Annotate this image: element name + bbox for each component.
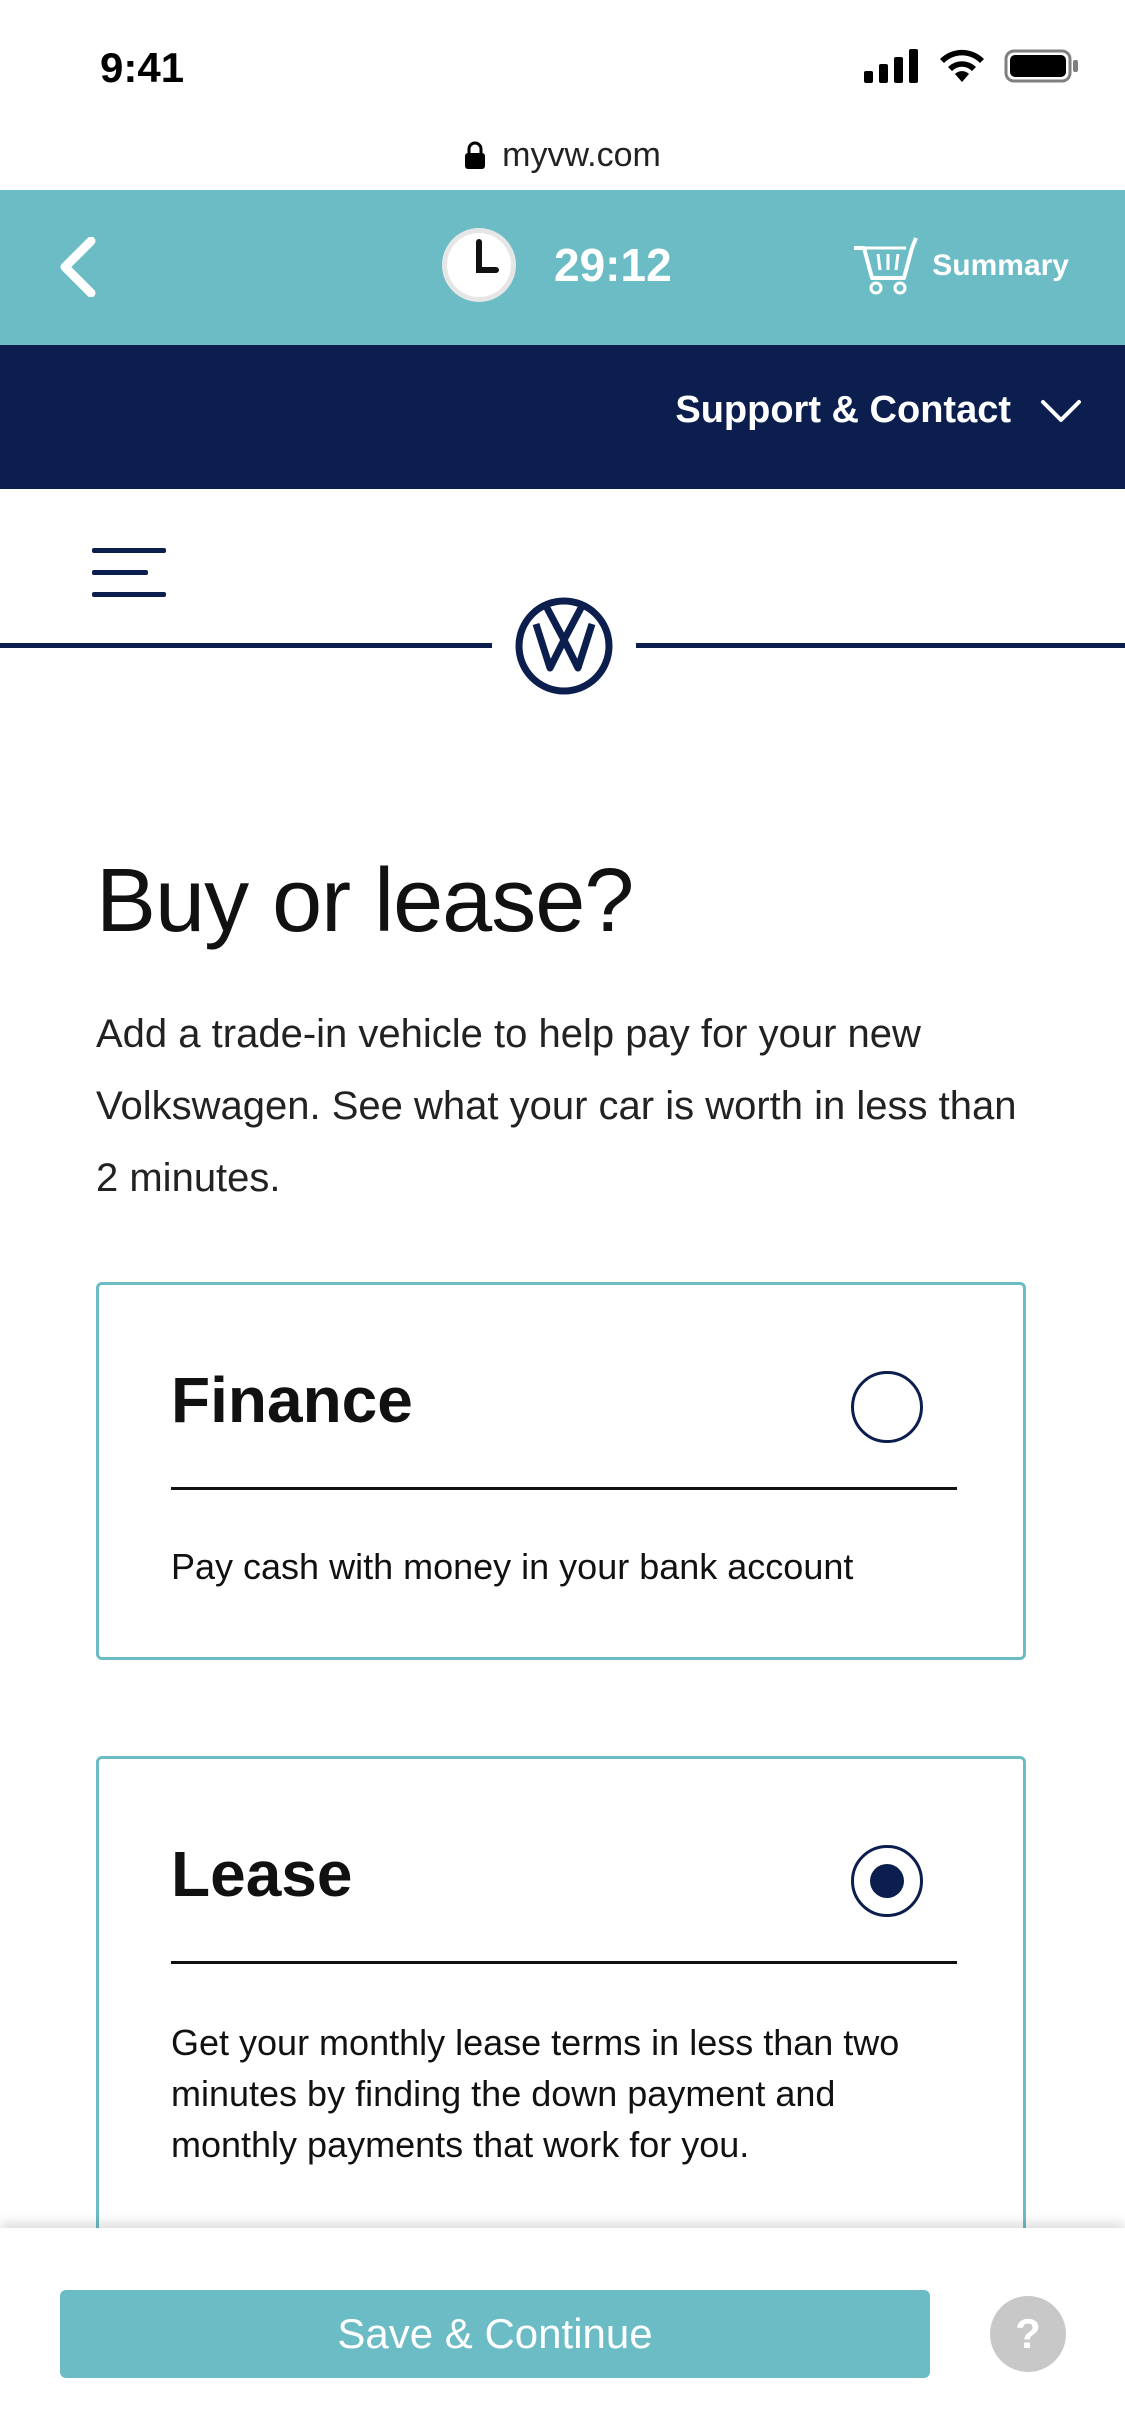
back-button[interactable] — [42, 232, 112, 302]
status-time: 9:41 — [100, 44, 185, 91]
vw-logo-icon[interactable] — [514, 596, 614, 696]
battery-icon — [1004, 49, 1078, 83]
menu-button[interactable] — [92, 548, 166, 600]
page-description: Add a trade-in vehicle to help pay for y… — [96, 1012, 1017, 1200]
url-bar[interactable]: myvw.com — [0, 120, 1125, 190]
save-continue-button[interactable]: Save & Continue — [60, 2290, 930, 2378]
cellular-signal-icon — [864, 49, 918, 83]
option-title: Lease — [171, 1838, 353, 1910]
cart-icon — [854, 237, 919, 295]
clock-icon — [442, 228, 516, 302]
summary-button[interactable]: Summary — [850, 234, 1069, 298]
option-description: Get your monthly lease terms in less tha… — [171, 2022, 900, 2165]
menu-icon-line — [92, 570, 148, 575]
url-text: myvw.com — [502, 135, 661, 174]
option-card-finance[interactable]: Finance Pay cash with money in your bank… — [96, 1282, 1026, 1660]
option-title: Finance — [171, 1364, 413, 1436]
menu-icon-line — [92, 592, 166, 597]
support-contact-label: Support & Contact — [675, 389, 1011, 431]
status-icons — [864, 48, 1080, 84]
option-divider — [171, 1487, 957, 1490]
footer-bar: Save & Continue ? — [0, 2228, 1125, 2436]
support-bar: Support & Contact — [0, 345, 1125, 489]
lock-icon — [465, 141, 486, 169]
session-timer: 29:12 — [440, 226, 672, 304]
summary-label: Summary — [932, 249, 1069, 282]
header-divider-left — [0, 643, 492, 648]
chevron-left-icon — [60, 237, 96, 297]
support-contact-dropdown[interactable]: Support & Contact — [675, 389, 1083, 432]
page-title: Buy or lease? — [96, 851, 634, 951]
wifi-icon — [940, 49, 984, 82]
timer-value: 29:12 — [554, 239, 672, 291]
header-divider-right — [636, 643, 1125, 648]
radio-lease[interactable] — [851, 1845, 923, 1917]
chevron-down-icon — [1041, 399, 1081, 422]
radio-selected-dot — [870, 1864, 904, 1898]
radio-finance[interactable] — [851, 1371, 923, 1443]
option-description: Pay cash with money in your bank account — [171, 1546, 854, 1587]
help-button[interactable]: ? — [990, 2296, 1066, 2372]
status-bar: 9:41 — [0, 0, 1125, 120]
menu-icon-line — [92, 548, 166, 553]
option-card-lease[interactable]: Lease Get your monthly lease terms in le… — [96, 1756, 1026, 2256]
option-divider — [171, 1961, 957, 1964]
timer-bar: 29:12 Summary — [0, 190, 1125, 345]
